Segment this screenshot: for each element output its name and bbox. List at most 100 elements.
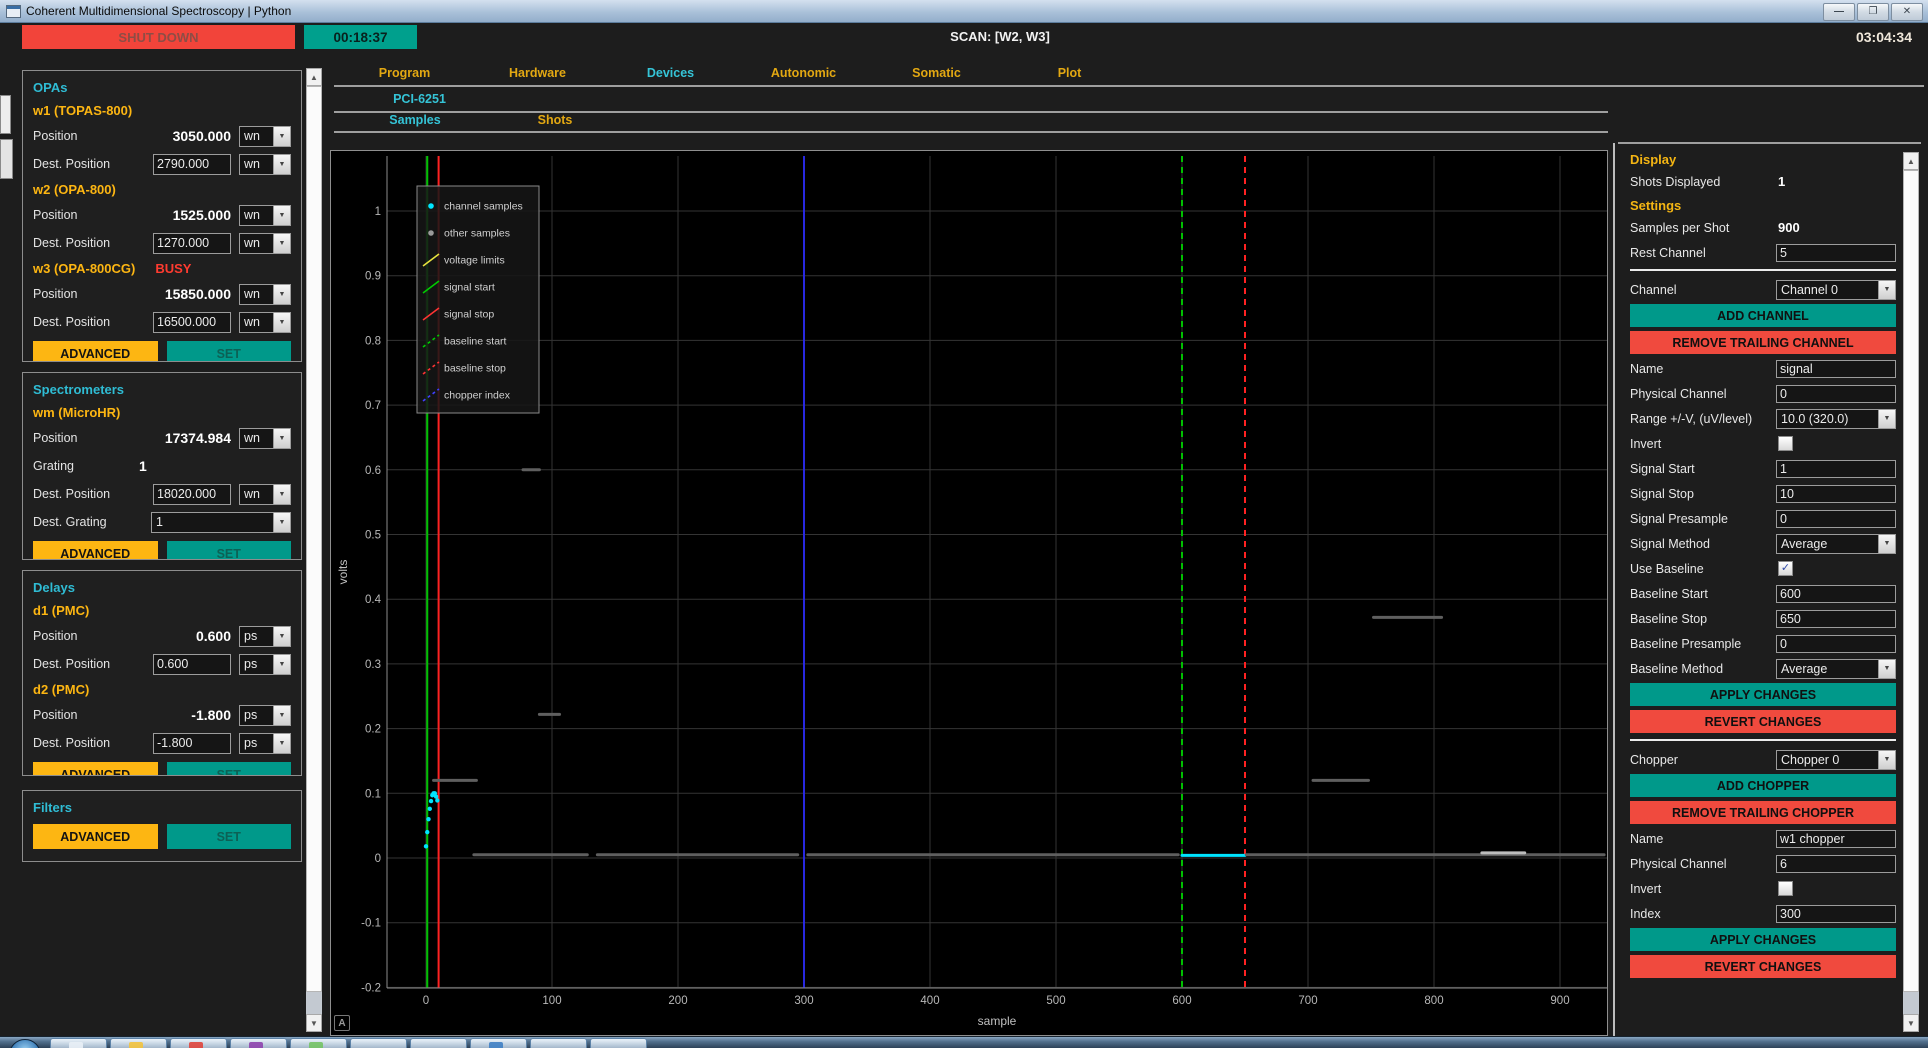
advanced-button[interactable]: ADVANCED — [33, 762, 158, 776]
chevron-down-icon[interactable]: ▼ — [1878, 660, 1895, 678]
scroll-up-icon[interactable]: ▲ — [1903, 152, 1919, 170]
units-dropdown[interactable]: wn▼ — [239, 126, 291, 147]
dest-position-input[interactable] — [153, 733, 231, 754]
tab-plot[interactable]: Plot — [1003, 66, 1136, 80]
index-input[interactable] — [1776, 905, 1896, 923]
chevron-down-icon[interactable]: ▼ — [273, 155, 290, 174]
advanced-button[interactable]: ADVANCED — [33, 824, 158, 849]
set-button[interactable]: SET — [167, 824, 292, 849]
taskbar-app-button[interactable] — [590, 1038, 647, 1048]
taskbar-app-button[interactable] — [530, 1038, 587, 1048]
restore-icon[interactable]: ❐ — [1857, 3, 1889, 21]
taskbar-app-button[interactable] — [410, 1038, 467, 1048]
chevron-down-icon[interactable]: ▼ — [273, 513, 290, 532]
samples-plot[interactable]: 0100200300400500600700800900-0.2-0.100.1… — [330, 150, 1608, 1036]
apply-changes-button[interactable]: APPLY CHANGES — [1630, 683, 1896, 706]
autoscale-button[interactable]: A — [334, 1015, 350, 1031]
rest-channel-input[interactable] — [1776, 244, 1896, 262]
chevron-down-icon[interactable]: ▼ — [273, 285, 290, 304]
signal-method-dropdown[interactable]: Average▼ — [1776, 534, 1896, 554]
taskbar-app-button[interactable] — [470, 1038, 527, 1048]
chevron-down-icon[interactable]: ▼ — [273, 429, 290, 448]
scrollbar-thumb[interactable] — [306, 86, 322, 992]
advanced-button[interactable]: ADVANCED — [33, 341, 158, 362]
add-chopper-button[interactable]: ADD CHOPPER — [1630, 774, 1896, 797]
invert-checkbox[interactable] — [1778, 436, 1793, 451]
minimize-icon[interactable]: — — [1823, 3, 1855, 21]
physical-channel-input[interactable] — [1776, 385, 1896, 403]
chevron-down-icon[interactable]: ▼ — [1878, 535, 1895, 553]
range-dropdown[interactable]: 10.0 (320.0)▼ — [1776, 409, 1896, 429]
units-dropdown[interactable]: ps▼ — [239, 733, 291, 754]
add-channel-button[interactable]: ADD CHANNEL — [1630, 304, 1896, 327]
taskbar-app-button[interactable] — [230, 1038, 287, 1048]
chevron-down-icon[interactable]: ▼ — [1878, 410, 1895, 428]
chevron-down-icon[interactable]: ▼ — [273, 706, 290, 725]
scroll-up-icon[interactable]: ▲ — [306, 68, 322, 86]
taskbar-app-button[interactable] — [50, 1038, 107, 1048]
remove-trailing-channel-button[interactable]: REMOVE TRAILING CHANNEL — [1630, 331, 1896, 354]
baseline-start-input[interactable] — [1776, 585, 1896, 603]
chevron-down-icon[interactable]: ▼ — [273, 313, 290, 332]
dest-grating-dropdown[interactable]: 1▼ — [151, 512, 291, 533]
panel-scrollbar[interactable]: ▲ ▼ — [1903, 152, 1919, 1032]
signal-stop-input[interactable] — [1776, 485, 1896, 503]
chevron-down-icon[interactable]: ▼ — [273, 206, 290, 225]
tab-somatic[interactable]: Somatic — [870, 66, 1003, 80]
plot-canvas[interactable]: 0100200300400500600700800900-0.2-0.100.1… — [331, 151, 1607, 1040]
taskbar-app-button[interactable] — [290, 1038, 347, 1048]
signal-presample-input[interactable] — [1776, 510, 1896, 528]
channel-name-input[interactable] — [1776, 360, 1896, 378]
units-dropdown[interactable]: wn▼ — [239, 205, 291, 226]
dest-position-input[interactable] — [153, 154, 231, 175]
units-dropdown[interactable]: wn▼ — [239, 428, 291, 449]
units-dropdown[interactable]: wn▼ — [239, 284, 291, 305]
baseline-presample-input[interactable] — [1776, 635, 1896, 653]
tab-hardware[interactable]: Hardware — [471, 66, 604, 80]
windows-taskbar[interactable] — [0, 1036, 1928, 1048]
chopper-dropdown[interactable]: Chopper 0▼ — [1776, 750, 1896, 770]
chevron-down-icon[interactable]: ▼ — [273, 627, 290, 646]
units-dropdown[interactable]: wn▼ — [239, 233, 291, 254]
tab-devices[interactable]: Devices — [604, 66, 737, 80]
set-button[interactable]: SET — [167, 762, 292, 776]
sidebar-scrollbar[interactable]: ▲ ▼ — [306, 68, 322, 1032]
scroll-down-icon[interactable]: ▼ — [306, 1014, 322, 1032]
units-dropdown[interactable]: ps▼ — [239, 654, 291, 675]
taskbar-app-button[interactable] — [110, 1038, 167, 1048]
chevron-down-icon[interactable]: ▼ — [273, 734, 290, 753]
use-baseline-checkbox[interactable]: ✓ — [1778, 561, 1793, 576]
dest-position-input[interactable] — [153, 312, 231, 333]
baseline-method-dropdown[interactable]: Average▼ — [1776, 659, 1896, 679]
tab-autonomic[interactable]: Autonomic — [737, 66, 870, 80]
taskbar-app-button[interactable] — [170, 1038, 227, 1048]
chevron-down-icon[interactable]: ▼ — [273, 655, 290, 674]
units-dropdown[interactable]: wn▼ — [239, 154, 291, 175]
revert-changes-button[interactable]: REVERT CHANGES — [1630, 955, 1896, 978]
chopper-physical-channel-input[interactable] — [1776, 855, 1896, 873]
units-dropdown[interactable]: wn▼ — [239, 312, 291, 333]
chevron-down-icon[interactable]: ▼ — [273, 127, 290, 146]
scroll-down-icon[interactable]: ▼ — [1903, 1014, 1919, 1032]
chevron-down-icon[interactable]: ▼ — [273, 234, 290, 253]
tab-pci-6251[interactable]: PCI-6251 — [372, 92, 467, 106]
revert-changes-button[interactable]: REVERT CHANGES — [1630, 710, 1896, 733]
units-dropdown[interactable]: ps▼ — [239, 705, 291, 726]
baseline-stop-input[interactable] — [1776, 610, 1896, 628]
dest-position-input[interactable] — [153, 654, 231, 675]
tab-program[interactable]: Program — [338, 66, 471, 80]
scrollbar-track[interactable] — [1903, 992, 1919, 1014]
dest-position-input[interactable] — [153, 233, 231, 254]
advanced-button[interactable]: ADVANCED — [33, 541, 158, 560]
units-dropdown[interactable]: wn▼ — [239, 484, 291, 505]
tab-shots[interactable]: Shots — [485, 113, 625, 127]
channel-dropdown[interactable]: Channel 0▼ — [1776, 280, 1896, 300]
start-orb-icon[interactable] — [9, 1039, 41, 1048]
set-button[interactable]: SET — [167, 341, 292, 362]
chevron-down-icon[interactable]: ▼ — [1878, 751, 1895, 769]
taskbar-app-button[interactable] — [350, 1038, 407, 1048]
units-dropdown[interactable]: ps▼ — [239, 626, 291, 647]
shutdown-button[interactable]: SHUT DOWN — [22, 25, 295, 49]
apply-changes-button[interactable]: APPLY CHANGES — [1630, 928, 1896, 951]
close-icon[interactable]: ✕ — [1891, 3, 1923, 21]
